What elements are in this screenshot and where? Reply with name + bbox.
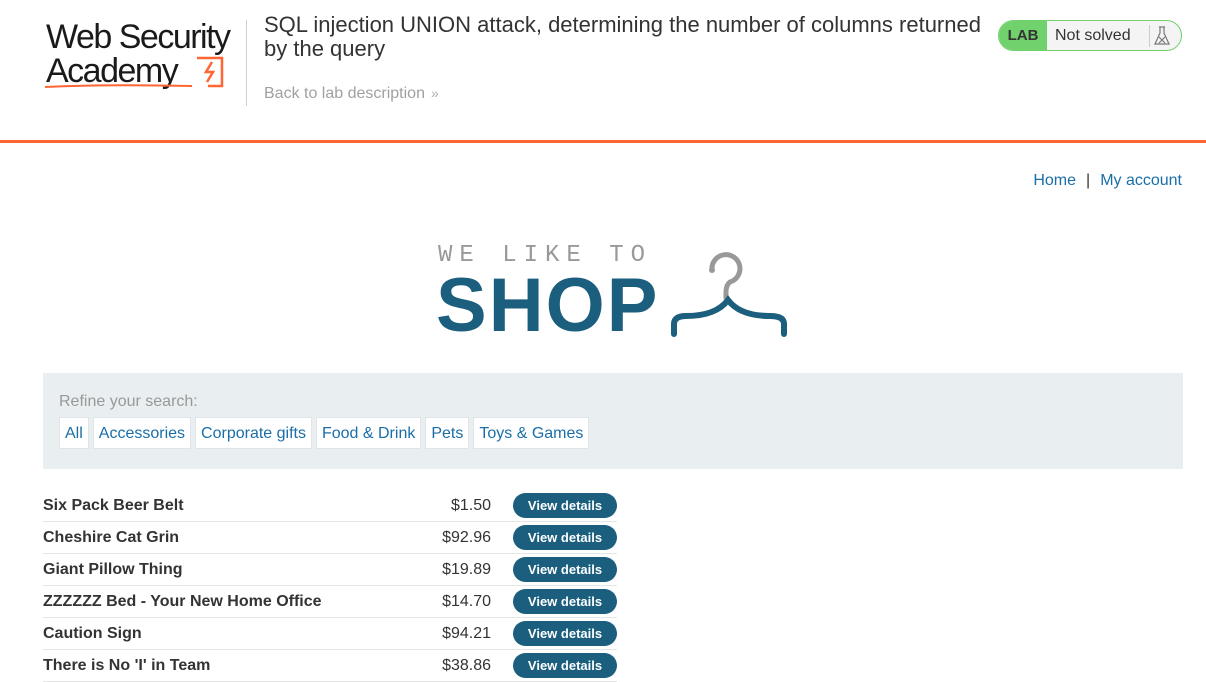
filter-food-drink[interactable]: Food & Drink: [315, 417, 422, 449]
refine-label: Refine your search:: [59, 393, 198, 410]
product-name: Cheshire Cat Grin: [43, 529, 180, 546]
table-row: Giant Pillow Thing $19.89 View details: [43, 554, 617, 586]
top-navigation: Home | My account: [1033, 172, 1182, 190]
shop-logo-word: SHOP: [436, 263, 660, 348]
view-details-button[interactable]: View details: [513, 621, 617, 646]
table-row: Cheshire Cat Grin $92.96 View details: [43, 522, 617, 554]
product-price: $1.50: [450, 497, 491, 514]
my-account-link[interactable]: My account: [1100, 172, 1182, 189]
double-chevron-right-icon: »: [430, 85, 439, 101]
table-row: ZZZZZZ Bed - Your New Home Office $14.70…: [43, 586, 617, 618]
filter-toys-games[interactable]: Toys & Games: [473, 417, 590, 449]
back-link-label: Back to lab description: [264, 85, 425, 102]
lab-tag: LAB: [999, 21, 1047, 50]
filter-accessories[interactable]: Accessories: [92, 417, 192, 449]
lab-title: SQL injection UNION attack, determining …: [264, 12, 981, 61]
lab-status-badge: LAB Not solved: [998, 20, 1182, 51]
hanger-icon: [671, 252, 787, 337]
filter-all[interactable]: All: [59, 417, 89, 449]
view-details-button[interactable]: View details: [513, 525, 617, 550]
product-price: $38.86: [442, 657, 491, 674]
view-details-button[interactable]: View details: [513, 653, 617, 678]
product-price: $92.96: [442, 529, 491, 546]
view-details-button[interactable]: View details: [513, 493, 617, 518]
logo-underline: [44, 84, 193, 88]
table-row: There is No 'I' in Team $38.86 View deta…: [43, 650, 617, 682]
view-details-button[interactable]: View details: [513, 589, 617, 614]
filter-pets[interactable]: Pets: [425, 417, 470, 449]
lab-status-text: Not solved: [1055, 27, 1131, 44]
web-security-academy-logo[interactable]: Web Security Academy: [44, 16, 254, 96]
home-link[interactable]: Home: [1033, 172, 1076, 189]
product-name: ZZZZZZ Bed - Your New Home Office: [43, 593, 322, 610]
product-price: $19.89: [442, 561, 491, 578]
product-name: Caution Sign: [43, 625, 142, 642]
product-price: $14.70: [442, 593, 491, 610]
flask-icon: [1149, 25, 1174, 47]
product-price: $94.21: [442, 625, 491, 642]
product-table: Six Pack Beer Belt $1.50 View details Ch…: [43, 490, 617, 682]
product-name: Six Pack Beer Belt: [43, 497, 184, 514]
search-filters: Refine your search: All Accessories Corp…: [43, 373, 1183, 469]
nav-separator: |: [1086, 172, 1091, 189]
view-details-button[interactable]: View details: [513, 557, 617, 582]
logo-line-1: Web Security: [46, 18, 231, 56]
table-row: Caution Sign $94.21 View details: [43, 618, 617, 650]
category-filter-list: All Accessories Corporate gifts Food & D…: [59, 417, 590, 449]
shop-logo: WE LIKE TO SHOP: [436, 240, 796, 346]
lab-header: Web Security Academy SQL injection UNION…: [0, 0, 1206, 140]
header-accent-rule: [0, 140, 1206, 143]
product-name: Giant Pillow Thing: [43, 561, 183, 578]
table-row: Six Pack Beer Belt $1.50 View details: [43, 490, 617, 522]
header-divider: [246, 20, 247, 106]
filter-corporate-gifts[interactable]: Corporate gifts: [195, 417, 312, 449]
product-name: There is No 'I' in Team: [43, 657, 211, 674]
back-to-lab-description-link[interactable]: Back to lab description »: [264, 85, 439, 103]
lightning-icon: [197, 56, 224, 88]
